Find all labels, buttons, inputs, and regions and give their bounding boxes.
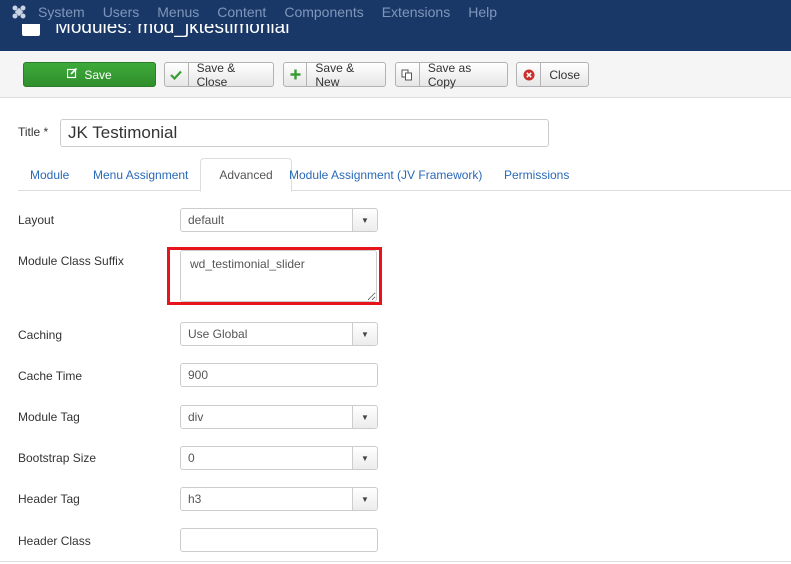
- joomla-logo-icon[interactable]: [0, 4, 38, 20]
- toolbar: Save Save & Close Save & New Save as Cop…: [0, 51, 791, 98]
- chevron-down-icon: ▼: [352, 406, 377, 428]
- module-tag-value: div: [188, 410, 204, 424]
- tab-advanced[interactable]: Advanced: [200, 158, 292, 192]
- save-close-label: Save & Close: [196, 60, 236, 89]
- save-button[interactable]: Save: [23, 62, 156, 87]
- module-tag-select[interactable]: div ▼: [180, 405, 378, 429]
- header-tag-select[interactable]: h3 ▼: [180, 487, 378, 511]
- tab-menu-assignment[interactable]: Menu Assignment: [93, 158, 188, 191]
- module-class-suffix-label: Module Class Suffix: [18, 254, 124, 268]
- check-icon: [165, 63, 189, 86]
- bootstrap-size-value: 0: [188, 451, 195, 465]
- tab-bar: Module Menu Assignment Advanced Module A…: [18, 158, 791, 192]
- caching-value: Use Global: [188, 327, 248, 341]
- menu-item-users[interactable]: Users: [103, 4, 140, 20]
- bootstrap-size-label: Bootstrap Size: [18, 451, 97, 465]
- page-header: Modules: mod_jktestimonial: [0, 24, 791, 51]
- menu-item-menus[interactable]: Menus: [157, 4, 199, 20]
- close-icon: [517, 63, 542, 86]
- plus-icon: [284, 63, 308, 86]
- save-copy-button[interactable]: Save as Copy: [395, 60, 508, 89]
- layout-label: Layout: [18, 213, 55, 227]
- header-tag-label: Header Tag: [18, 492, 80, 506]
- chevron-down-icon: ▼: [352, 209, 377, 231]
- chevron-down-icon: ▼: [352, 323, 377, 345]
- save-close-button[interactable]: Save & Close: [164, 60, 274, 89]
- main-menu: System Users Menus Content Components Ex…: [38, 4, 515, 20]
- menu-item-help[interactable]: Help: [468, 4, 497, 20]
- page-title: Modules: mod_jktestimonial: [55, 24, 290, 38]
- caching-label: Caching: [18, 328, 63, 342]
- layout-value: default: [188, 213, 225, 227]
- copy-icon: [396, 63, 420, 86]
- menu-item-content[interactable]: Content: [217, 4, 266, 20]
- save-new-button[interactable]: Save & New: [283, 60, 386, 89]
- module-tag-label: Module Tag: [18, 410, 80, 424]
- edit-icon: [67, 67, 78, 82]
- chevron-down-icon: ▼: [352, 447, 377, 469]
- header-tag-value: h3: [188, 492, 202, 506]
- menu-item-extensions[interactable]: Extensions: [382, 4, 450, 20]
- bootstrap-size-select[interactable]: 0 ▼: [180, 446, 378, 470]
- title-label: Title *: [18, 125, 49, 139]
- module-cube-icon: [22, 24, 40, 36]
- cache-time-input[interactable]: 900: [180, 363, 378, 387]
- close-label: Close: [549, 67, 580, 82]
- save-copy-label: Save as Copy: [427, 60, 472, 89]
- menu-item-components[interactable]: Components: [284, 4, 363, 20]
- close-button[interactable]: Close: [516, 62, 589, 87]
- top-menu-bar: System Users Menus Content Components Ex…: [0, 0, 791, 24]
- layout-select[interactable]: default ▼: [180, 208, 378, 232]
- save-label: Save: [84, 67, 112, 82]
- tab-module[interactable]: Module: [30, 158, 69, 191]
- tab-module-assignment[interactable]: Module Assignment (JV Framework): [289, 158, 482, 191]
- chevron-down-icon: ▼: [352, 488, 377, 510]
- header-class-label: Header Class: [18, 534, 91, 548]
- title-input[interactable]: JK Testimonial: [60, 119, 549, 147]
- cache-time-label: Cache Time: [18, 369, 83, 383]
- highlight-box: [167, 247, 382, 305]
- caching-select[interactable]: Use Global ▼: [180, 322, 378, 346]
- save-new-label: Save & New: [315, 60, 355, 89]
- tab-permissions[interactable]: Permissions: [504, 158, 569, 191]
- menu-item-system[interactable]: System: [38, 4, 85, 20]
- header-class-input[interactable]: [180, 528, 378, 552]
